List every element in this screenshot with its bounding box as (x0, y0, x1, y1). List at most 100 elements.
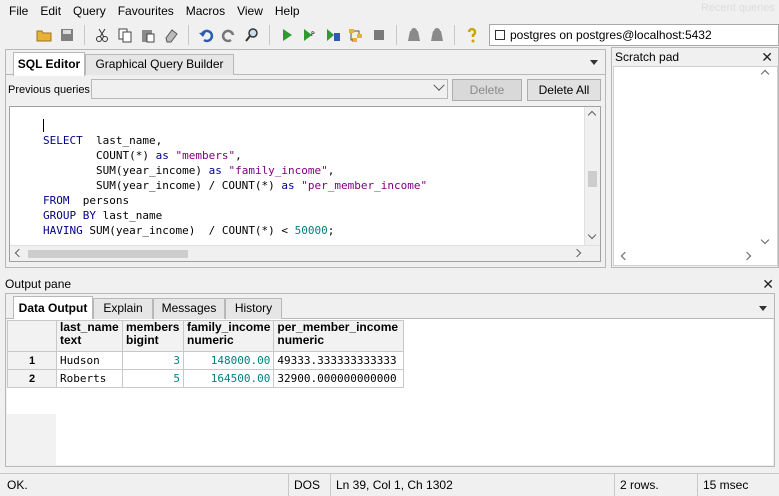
tab-data-output[interactable]: Data Output (13, 296, 93, 320)
scroll-up-icon[interactable] (587, 110, 597, 120)
cell-per-member-income[interactable]: 49333.333333333333 (273, 351, 405, 370)
column-header-family-income[interactable]: family_income numeric (182, 320, 275, 352)
menu-file[interactable]: File (3, 0, 34, 22)
scroll-down-icon[interactable] (760, 235, 770, 245)
scratch-pad-pane: Scratch pad ✕ (611, 47, 779, 268)
close-icon[interactable]: ✕ (761, 50, 773, 64)
redo-icon[interactable] (219, 25, 239, 45)
cut-icon[interactable] (92, 25, 112, 45)
explain-icon[interactable] (346, 25, 366, 45)
sql-token: SUM(year_income) / COUNT(*) (43, 179, 282, 192)
sql-editor[interactable]: SELECT last_name, COUNT(*) as "members",… (9, 106, 601, 262)
help-icon[interactable] (462, 25, 482, 45)
sql-token: HAVING (43, 224, 83, 237)
row-number[interactable]: 1 (7, 351, 57, 370)
sql-token: SUM(year_income) (43, 164, 209, 177)
table-row[interactable]: 2 Roberts 5 164500.00 32900.000000000000 (7, 369, 405, 388)
close-icon[interactable]: ✕ (762, 277, 774, 291)
sql-line: FROM persons (43, 193, 427, 208)
tab-history[interactable]: History (225, 298, 282, 319)
sql-line: HAVING SUM(year_income) / COUNT(*) < 500… (43, 223, 427, 238)
tab-messages[interactable]: Messages (153, 298, 225, 319)
cell-per-member-income[interactable]: 32900.000000000000 (273, 369, 405, 388)
menu-favourites[interactable]: Favourites (112, 0, 180, 22)
save-icon[interactable] (57, 25, 77, 45)
scroll-right-icon[interactable] (572, 248, 582, 258)
cancel-query-icon[interactable] (369, 25, 389, 45)
data-output-grid[interactable]: last_name text members bigint family_incom… (7, 319, 773, 465)
scroll-down-icon[interactable] (587, 230, 597, 240)
menu-help[interactable]: Help (269, 0, 306, 22)
explain-analyze-icon[interactable] (404, 25, 424, 45)
sql-token: , (327, 164, 335, 177)
execute-to-file-icon[interactable] (323, 25, 343, 45)
status-message: OK. (2, 474, 289, 496)
cell-family-income[interactable]: 148000.00 (182, 351, 275, 370)
history-icon[interactable] (427, 25, 447, 45)
find-icon[interactable] (242, 25, 262, 45)
status-cursor-position: Ln 39, Col 1, Ch 1302 (331, 474, 615, 496)
execute-icon[interactable] (277, 25, 297, 45)
cell-last-name[interactable]: Hudson (56, 351, 123, 370)
sql-token: SELECT (43, 134, 83, 147)
svg-text:P: P (311, 31, 315, 38)
vertical-scroll-thumb[interactable] (588, 171, 597, 187)
output-menu-arrow-icon[interactable] (759, 306, 767, 311)
scratch-pad-title: Scratch pad (615, 50, 680, 64)
delete-all-button[interactable]: Delete All (527, 79, 601, 101)
row-number[interactable]: 2 (7, 369, 57, 388)
editor-horizontal-scrollbar[interactable] (10, 245, 600, 261)
scroll-right-icon[interactable] (742, 251, 752, 261)
menu-edit[interactable]: Edit (34, 0, 67, 22)
cell-members[interactable]: 3 (122, 351, 184, 370)
column-header-members[interactable]: members bigint (122, 320, 184, 352)
status-line-ending: DOS (289, 474, 331, 496)
undo-icon[interactable] (196, 25, 216, 45)
tab-graphical-query-builder[interactable]: Graphical Query Builder (85, 54, 234, 75)
column-header-per-member-income[interactable]: per_member_income numeric (273, 320, 405, 352)
sql-line (43, 118, 427, 133)
scroll-left-icon[interactable] (14, 248, 24, 258)
previous-queries-select[interactable] (91, 79, 448, 99)
execute-pgscript-icon[interactable]: P (300, 25, 320, 45)
cell-members[interactable]: 5 (122, 369, 184, 388)
horizontal-scroll-thumb[interactable] (28, 250, 188, 258)
open-file-icon[interactable] (34, 25, 54, 45)
toolbar-separator (84, 25, 85, 45)
chevron-down-icon (433, 79, 445, 91)
corner-cell (7, 320, 57, 352)
sql-token: 50000 (294, 224, 328, 237)
menu-query[interactable]: Query (67, 0, 112, 22)
cell-last-name[interactable]: Roberts (56, 369, 123, 388)
sql-line: SUM(year_income) / COUNT(*) as "per_memb… (43, 178, 427, 193)
sql-token: , (235, 149, 242, 162)
sql-token: "family_income" (221, 164, 328, 177)
editor-vertical-scrollbar[interactable] (584, 107, 600, 247)
output-tabstrip: Data Output Explain Messages History (6, 294, 774, 320)
column-header-last-name[interactable]: last_name text (56, 320, 123, 352)
sql-token: last_name (95, 209, 163, 222)
status-bar: OK. DOS Ln 39, Col 1, Ch 1302 2 rows. 15… (0, 473, 779, 496)
tab-sql-editor[interactable]: SQL Editor (13, 52, 85, 76)
tab-explain[interactable]: Explain (93, 298, 153, 319)
editor-menu-arrow-icon[interactable] (590, 60, 598, 65)
delete-button[interactable]: Delete (452, 79, 522, 101)
scroll-up-icon[interactable] (760, 69, 770, 79)
scratch-pad-textarea[interactable] (613, 66, 778, 266)
editor-pane: SQL Editor Graphical Query Builder Previ… (5, 49, 606, 268)
editor-tabstrip: SQL Editor Graphical Query Builder (6, 50, 605, 76)
paste-icon[interactable] (138, 25, 158, 45)
connection-checkbox[interactable] (495, 30, 505, 40)
clear-icon[interactable] (161, 25, 181, 45)
cell-family-income[interactable]: 164500.00 (182, 369, 275, 388)
toolbar-separator (188, 25, 189, 45)
status-row-count: 2 rows. (615, 474, 698, 496)
menu-view[interactable]: View (231, 0, 269, 22)
connection-select[interactable]: postgres on postgres@localhost:5432 (489, 24, 779, 46)
menu-macros[interactable]: Macros (180, 0, 231, 22)
table-row[interactable]: 1 Hudson 3 148000.00 49333.333333333333 (7, 351, 405, 370)
sql-line: GROUP BY last_name (43, 208, 427, 223)
sql-token: as (208, 164, 222, 177)
scroll-left-icon[interactable] (620, 251, 630, 261)
copy-icon[interactable] (115, 25, 135, 45)
